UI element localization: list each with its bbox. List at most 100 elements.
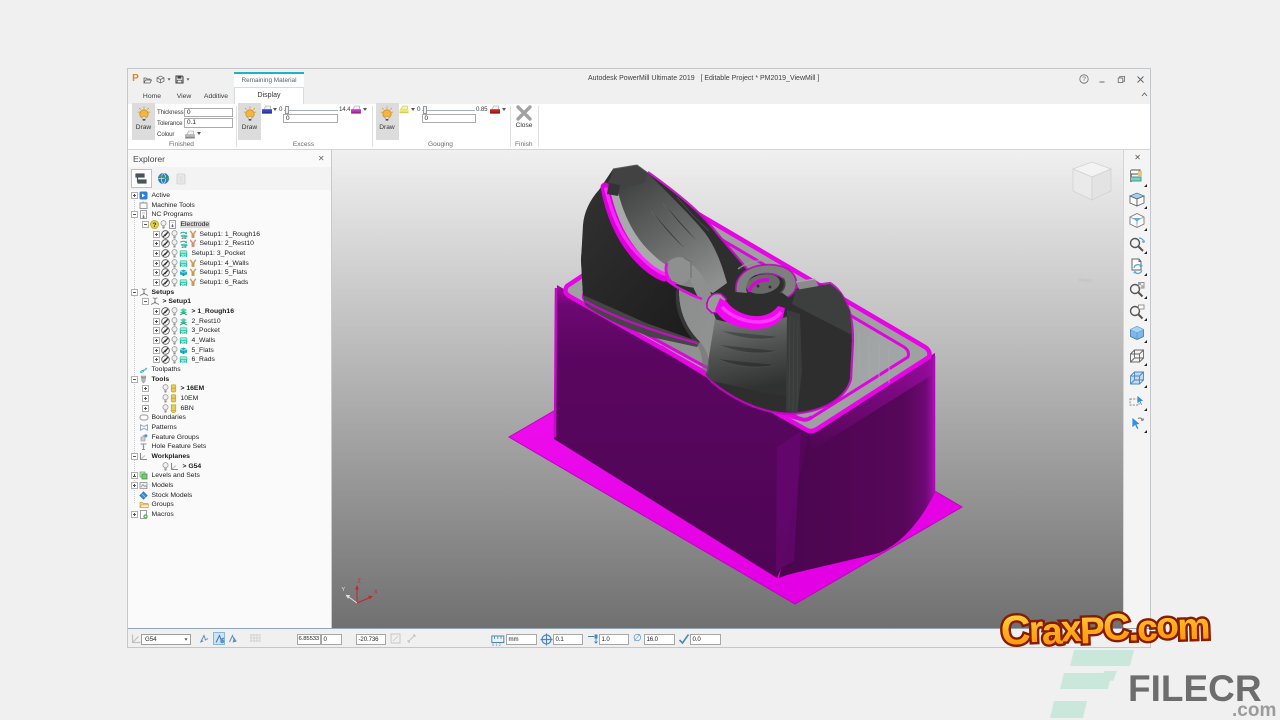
tree-expand-plus[interactable] bbox=[153, 356, 160, 363]
tree-expand-plus[interactable] bbox=[153, 318, 160, 325]
tree-item[interactable]: 25Setup1: 1_Rough16 bbox=[128, 229, 331, 239]
gouging-value-input[interactable]: 0 bbox=[422, 114, 476, 124]
open-icon[interactable] bbox=[143, 76, 152, 84]
save-menu-caret[interactable] bbox=[187, 78, 190, 80]
tree-item[interactable]: 10EM bbox=[128, 394, 331, 404]
view-toolbar-close-icon[interactable]: ✕ bbox=[1124, 153, 1151, 162]
tree-expand-plus[interactable] bbox=[153, 347, 160, 354]
gouging-max-swatch[interactable] bbox=[490, 105, 500, 114]
zoom-box-icon[interactable] bbox=[1128, 302, 1147, 321]
tolerance-field[interactable]: 0.1 bbox=[553, 634, 583, 645]
excess-slider[interactable] bbox=[284, 110, 338, 111]
tree-item[interactable]: Workplanes bbox=[128, 452, 331, 462]
close-view-button[interactable]: Close bbox=[515, 104, 533, 129]
tab-additive[interactable]: Additive bbox=[200, 89, 232, 104]
restore-icon[interactable] bbox=[1112, 72, 1131, 86]
tree-item[interactable]: Setup1: 5_Flats bbox=[128, 268, 331, 278]
tree-item[interactable]: 2D3_Pocket bbox=[128, 326, 331, 336]
powermill-logo[interactable]: P bbox=[131, 74, 140, 84]
tree-expand-plus[interactable] bbox=[131, 482, 138, 489]
help-icon[interactable]: ? bbox=[1074, 72, 1093, 86]
tree-item[interactable]: > 16EM bbox=[128, 384, 331, 394]
block-menu-caret[interactable] bbox=[168, 78, 171, 80]
view-cube[interactable]: FRONT RIGHT bbox=[1073, 150, 1111, 284]
tree-expand-plus[interactable] bbox=[142, 395, 149, 402]
workplane-select[interactable]: G54 bbox=[141, 634, 191, 645]
tree-expand-plus[interactable] bbox=[142, 385, 149, 392]
close-icon[interactable] bbox=[1131, 72, 1150, 86]
shaded-view-icon[interactable] bbox=[1128, 324, 1147, 343]
tree-item[interactable]: 2D6_Rads bbox=[128, 355, 331, 365]
tree-expand-plus[interactable] bbox=[153, 279, 160, 286]
disabled-doc-icon[interactable] bbox=[170, 169, 191, 188]
tree-item[interactable]: Macros bbox=[128, 510, 331, 520]
relative-coords-icon[interactable] bbox=[390, 633, 401, 646]
grid-icon[interactable] bbox=[249, 633, 261, 646]
position-z-field[interactable]: -20.736 bbox=[356, 634, 386, 645]
translucent-view-icon[interactable] bbox=[1128, 369, 1147, 388]
tree-item[interactable]: 2_Rest10 bbox=[128, 316, 331, 326]
zoom-window-icon[interactable] bbox=[1128, 280, 1147, 299]
tree-view-icon[interactable] bbox=[131, 169, 152, 188]
block-form-icon[interactable] bbox=[1128, 168, 1147, 187]
tree-item[interactable]: > 1_Rough16 bbox=[128, 307, 331, 317]
tree-item[interactable]: Toolpaths bbox=[128, 365, 331, 375]
tree-expand-minus[interactable] bbox=[131, 211, 138, 218]
tree-expand-plus[interactable] bbox=[153, 250, 160, 257]
collapse-ribbon-icon[interactable] bbox=[1141, 92, 1148, 99]
tree-expand-minus[interactable] bbox=[131, 453, 138, 460]
zoom-fit-icon[interactable] bbox=[1128, 235, 1147, 254]
tree-expand-plus[interactable] bbox=[153, 240, 160, 247]
tree-item[interactable]: 2DSetup1: 4_Walls bbox=[128, 258, 331, 268]
stepover-field[interactable]: 0.0 bbox=[690, 634, 721, 645]
cursor-drop-icon[interactable] bbox=[228, 634, 238, 646]
thickness-input[interactable]: 0 bbox=[184, 108, 233, 118]
tree-item[interactable]: 6BN bbox=[128, 403, 331, 413]
tree-item[interactable]: > G54 bbox=[128, 461, 331, 471]
tree-expand-plus[interactable] bbox=[153, 337, 160, 344]
tree-expand-minus[interactable] bbox=[142, 221, 149, 228]
diameter-field[interactable]: 16.0 bbox=[644, 634, 675, 645]
tab-display[interactable]: Display bbox=[234, 87, 304, 104]
viewport-3d[interactable]: FRONT RIGHT Z X Y bbox=[332, 150, 1123, 629]
minimize-icon[interactable] bbox=[1093, 72, 1112, 86]
tree-expand-plus[interactable] bbox=[131, 192, 138, 199]
tree-item[interactable]: 5_Flats bbox=[128, 345, 331, 355]
cursor-position-icon[interactable] bbox=[199, 634, 209, 646]
tree-item[interactable]: 25Setup1: 2_Rest10 bbox=[128, 239, 331, 249]
tree-expand-plus[interactable] bbox=[153, 269, 160, 276]
tree-item[interactable]: Active bbox=[128, 191, 331, 201]
save-icon[interactable] bbox=[175, 75, 184, 84]
thickness-field[interactable]: 1.0 bbox=[599, 634, 629, 645]
tree-expand-minus[interactable] bbox=[142, 298, 149, 305]
finished-draw-button[interactable]: Draw bbox=[132, 103, 155, 140]
tab-home[interactable]: Home bbox=[138, 89, 166, 104]
block-menu-icon[interactable] bbox=[156, 75, 165, 84]
tree-item[interactable]: ?Electrode bbox=[128, 220, 331, 230]
tree-item[interactable]: Patterns bbox=[128, 423, 331, 433]
rotate-view-icon[interactable] bbox=[1128, 414, 1147, 433]
tree-expand-plus[interactable] bbox=[153, 260, 160, 267]
tree-expand-plus[interactable] bbox=[131, 511, 138, 518]
tree-expand-plus[interactable] bbox=[142, 405, 149, 412]
tree-item[interactable]: 2DSetup1: 3_Pocket bbox=[128, 249, 331, 259]
finished-colour-caret[interactable] bbox=[197, 132, 201, 135]
tree-expand-plus[interactable] bbox=[153, 327, 160, 334]
tree-expand-plus[interactable] bbox=[131, 472, 138, 479]
measure-icon[interactable] bbox=[406, 633, 417, 646]
tree-item[interactable]: Stock Models bbox=[128, 490, 331, 500]
excess-draw-button[interactable]: Draw bbox=[238, 103, 261, 140]
tree-item[interactable]: Feature Groups bbox=[128, 432, 331, 442]
tolerance-input[interactable]: 0.1 bbox=[184, 118, 233, 128]
box-select-icon[interactable] bbox=[1128, 392, 1147, 411]
gouging-max-caret[interactable] bbox=[502, 108, 506, 111]
finished-colour-swatch[interactable] bbox=[185, 130, 195, 139]
position-x-field[interactable]: 6.85533 bbox=[297, 634, 321, 645]
tree-item[interactable]: Setups bbox=[128, 287, 331, 297]
tree-item[interactable]: 2D4_Walls bbox=[128, 336, 331, 346]
position-y-field[interactable]: 0 bbox=[321, 634, 342, 645]
tree-item[interactable]: Models bbox=[128, 481, 331, 491]
excess-min-swatch[interactable] bbox=[262, 105, 272, 114]
gouging-min-caret[interactable] bbox=[411, 108, 415, 111]
tree-expand-minus[interactable] bbox=[131, 289, 138, 296]
